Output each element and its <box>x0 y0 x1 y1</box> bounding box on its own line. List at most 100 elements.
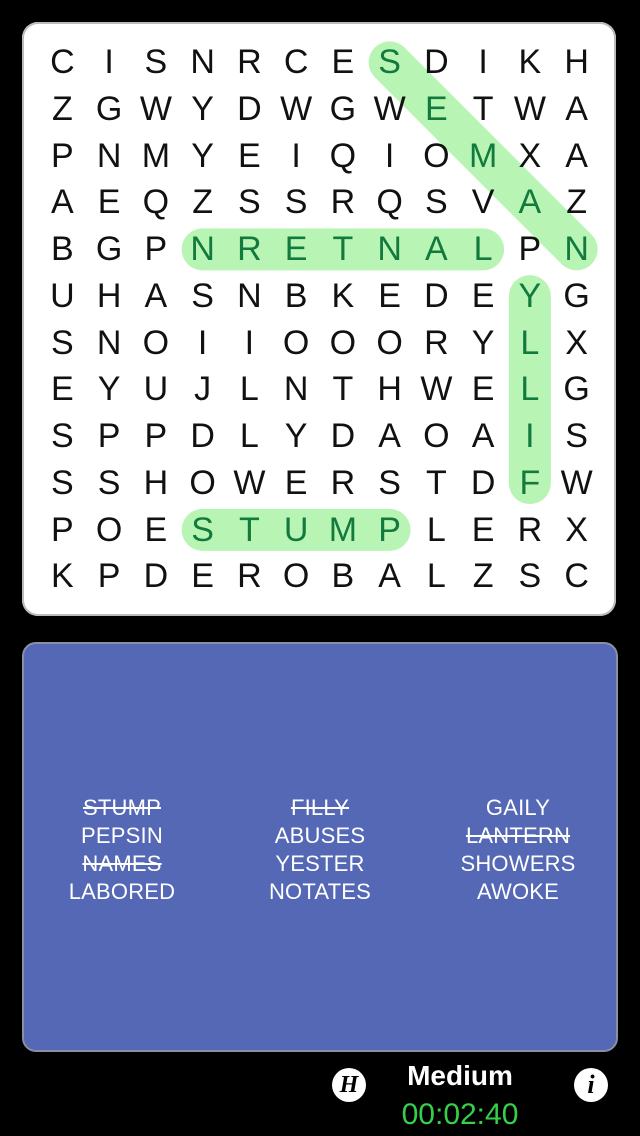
grid-cell[interactable]: E <box>133 507 180 554</box>
grid-cell[interactable]: M <box>460 133 507 180</box>
grid-cell[interactable]: D <box>179 413 226 460</box>
grid-cell[interactable]: Z <box>179 179 226 226</box>
grid-cell[interactable]: M <box>320 507 367 554</box>
grid-cell[interactable]: I <box>273 133 320 180</box>
grid-cell[interactable]: F <box>507 460 554 507</box>
grid-cell[interactable]: Y <box>86 366 133 413</box>
grid-cell[interactable]: W <box>133 86 180 133</box>
grid-cell[interactable]: I <box>366 133 413 180</box>
grid-cell[interactable]: Y <box>507 273 554 320</box>
grid-cell[interactable]: O <box>413 133 460 180</box>
grid-cell[interactable]: L <box>413 553 460 600</box>
grid-cell[interactable]: P <box>86 553 133 600</box>
grid-cell[interactable]: L <box>226 366 273 413</box>
grid-cell[interactable]: N <box>366 226 413 273</box>
grid-cell[interactable]: L <box>507 320 554 367</box>
grid-cell[interactable]: O <box>413 413 460 460</box>
grid-cell[interactable]: P <box>507 226 554 273</box>
grid-cell[interactable]: A <box>366 553 413 600</box>
grid-cell[interactable]: P <box>133 226 180 273</box>
grid-cell[interactable]: N <box>226 273 273 320</box>
grid-cell[interactable]: E <box>86 179 133 226</box>
grid-cell[interactable]: E <box>320 39 367 86</box>
grid-cell[interactable]: R <box>507 507 554 554</box>
grid-cell[interactable]: M <box>133 133 180 180</box>
grid-cell[interactable]: C <box>553 553 600 600</box>
grid-cell[interactable]: X <box>553 320 600 367</box>
grid-cell[interactable]: T <box>320 366 367 413</box>
grid-cell[interactable]: G <box>553 366 600 413</box>
grid-cell[interactable]: B <box>273 273 320 320</box>
grid-cell[interactable]: O <box>273 553 320 600</box>
grid-cell[interactable]: O <box>179 460 226 507</box>
grid-cell[interactable]: K <box>507 39 554 86</box>
grid-cell[interactable]: S <box>39 460 86 507</box>
grid-cell[interactable]: R <box>413 320 460 367</box>
grid-cell[interactable]: A <box>460 413 507 460</box>
grid-cell[interactable]: Q <box>366 179 413 226</box>
grid-cell[interactable]: A <box>366 413 413 460</box>
grid-cell[interactable]: Z <box>460 553 507 600</box>
grid-cell[interactable]: Y <box>179 133 226 180</box>
grid-cell[interactable]: T <box>226 507 273 554</box>
grid-cell[interactable]: Q <box>320 133 367 180</box>
grid-cell[interactable]: V <box>460 179 507 226</box>
grid-cell[interactable]: E <box>179 553 226 600</box>
grid-cell[interactable]: N <box>179 39 226 86</box>
grid-cell[interactable]: P <box>133 413 180 460</box>
grid-cell[interactable]: D <box>133 553 180 600</box>
grid-cell[interactable]: S <box>226 179 273 226</box>
grid-cell[interactable]: C <box>273 39 320 86</box>
grid-cell[interactable]: Q <box>133 179 180 226</box>
grid-cell[interactable]: H <box>366 366 413 413</box>
grid-cell[interactable]: S <box>86 460 133 507</box>
grid-cell[interactable]: Y <box>273 413 320 460</box>
grid-cell[interactable]: Z <box>553 179 600 226</box>
grid-cell[interactable]: E <box>413 86 460 133</box>
grid-cell[interactable]: S <box>553 413 600 460</box>
grid-cell[interactable]: P <box>86 413 133 460</box>
grid-cell[interactable]: L <box>460 226 507 273</box>
grid-cell[interactable]: S <box>366 460 413 507</box>
grid-cell[interactable]: A <box>413 226 460 273</box>
grid-cell[interactable]: D <box>460 460 507 507</box>
grid-cell[interactable]: K <box>320 273 367 320</box>
grid-cell[interactable]: N <box>273 366 320 413</box>
grid-cell[interactable]: A <box>133 273 180 320</box>
grid-cell[interactable]: T <box>460 86 507 133</box>
grid-cell[interactable]: T <box>320 226 367 273</box>
grid-cell[interactable]: N <box>179 226 226 273</box>
grid-cell[interactable]: S <box>179 507 226 554</box>
grid-cell[interactable]: N <box>86 320 133 367</box>
grid-cell[interactable]: E <box>460 366 507 413</box>
grid-cell[interactable]: O <box>133 320 180 367</box>
grid-cell[interactable]: I <box>226 320 273 367</box>
grid-cell[interactable]: I <box>86 39 133 86</box>
grid-cell[interactable]: Y <box>460 320 507 367</box>
grid-cell[interactable]: A <box>507 179 554 226</box>
grid-cell[interactable]: U <box>133 366 180 413</box>
grid-cell[interactable]: S <box>133 39 180 86</box>
grid-cell[interactable]: W <box>413 366 460 413</box>
grid-cell[interactable]: G <box>86 86 133 133</box>
grid-cell[interactable]: D <box>320 413 367 460</box>
grid-cell[interactable]: D <box>226 86 273 133</box>
grid-cell[interactable]: A <box>39 179 86 226</box>
grid-cell[interactable]: S <box>507 553 554 600</box>
grid-cell[interactable]: E <box>226 133 273 180</box>
grid-cell[interactable]: N <box>553 226 600 273</box>
grid-cell[interactable]: E <box>460 273 507 320</box>
grid-cell[interactable]: R <box>226 39 273 86</box>
grid-cell[interactable]: U <box>273 507 320 554</box>
grid-cell[interactable]: O <box>366 320 413 367</box>
grid-cell[interactable]: O <box>320 320 367 367</box>
grid-cell[interactable]: S <box>366 39 413 86</box>
grid-cell[interactable]: E <box>273 226 320 273</box>
grid-cell[interactable]: Y <box>179 86 226 133</box>
info-button[interactable]: i <box>574 1068 608 1102</box>
grid-cell[interactable]: R <box>320 460 367 507</box>
grid-cell[interactable]: S <box>273 179 320 226</box>
grid-cell[interactable]: S <box>179 273 226 320</box>
grid-cell[interactable]: J <box>179 366 226 413</box>
grid-cell[interactable]: W <box>507 86 554 133</box>
